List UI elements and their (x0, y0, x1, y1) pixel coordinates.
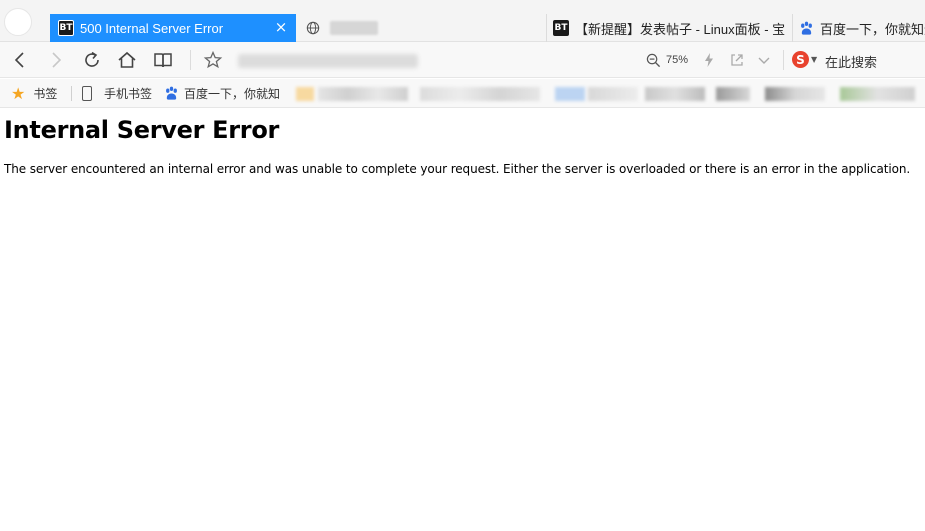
user-avatar[interactable] (4, 8, 32, 36)
bookmark-redacted[interactable] (716, 87, 750, 101)
bookmark-label: 手机书签 (104, 87, 153, 101)
baidu-paw-icon (801, 21, 812, 35)
phone-icon (82, 86, 92, 101)
tab-title: 500 Internal Server Error (80, 20, 224, 36)
share-button[interactable] (727, 50, 747, 70)
book-icon (154, 53, 172, 68)
close-icon[interactable]: × (274, 20, 288, 35)
bookmarks-bar: ★ 书签 手机书签 百度一下，你就知 (0, 79, 925, 108)
bookmark-star-button[interactable] (203, 50, 223, 70)
reading-mode-button[interactable] (153, 50, 173, 70)
search-input[interactable]: 在此搜索 (825, 52, 877, 71)
navigation-toolbar: 75% S ▼ 在此搜索 (0, 42, 925, 78)
reload-button[interactable] (82, 50, 102, 70)
zoom-indicator[interactable]: 75% (646, 51, 688, 69)
bookmark-redacted[interactable] (420, 87, 540, 101)
sogou-icon: S (792, 51, 809, 68)
bt-icon: BT (58, 20, 74, 36)
star-filled-icon: ★ (11, 84, 26, 103)
speed-mode-button[interactable] (699, 50, 719, 70)
caret-down-icon: ▼ (811, 55, 818, 64)
baidu-paw-icon (166, 86, 177, 100)
toolbar-divider (190, 50, 191, 70)
tab-bt-forum[interactable]: BT 【新提醒】发表帖子 - Linux面板 - 宝 (546, 14, 786, 42)
chevron-down-icon (758, 57, 770, 64)
globe-icon (306, 21, 320, 35)
bookmark-redacted[interactable] (645, 87, 705, 101)
page-title: Internal Server Error (4, 116, 280, 144)
bookmark-redacted[interactable] (296, 87, 314, 101)
toolbar-divider (783, 50, 784, 70)
bookmarks-folder[interactable]: ★ 书签 (11, 79, 57, 108)
bookmark-redacted[interactable] (588, 87, 638, 101)
tab-title: 【新提醒】发表帖子 - Linux面板 - 宝 (575, 21, 786, 37)
tab-active[interactable]: BT 500 Internal Server Error × (50, 14, 296, 42)
forward-arrow-icon (52, 52, 62, 68)
zoom-icon (646, 53, 661, 67)
tab-title: 百度一下，你就知道 (820, 21, 925, 37)
bookmark-redacted[interactable] (318, 87, 408, 101)
share-icon (731, 54, 743, 66)
home-button[interactable] (117, 50, 137, 70)
back-button[interactable] (10, 50, 30, 70)
error-message: The server encountered an internal error… (4, 162, 911, 176)
bookmark-baidu[interactable]: 百度一下，你就知 (164, 79, 280, 108)
home-icon (118, 51, 136, 68)
tab-baidu[interactable]: 百度一下，你就知道 (792, 14, 925, 42)
tab-blurred[interactable] (300, 14, 540, 42)
bookmark-redacted[interactable] (765, 87, 825, 101)
address-dropdown-button[interactable] (754, 50, 774, 70)
search-engine-selector[interactable]: S ▼ (792, 51, 817, 68)
forward-button[interactable] (46, 50, 66, 70)
bookmark-redacted[interactable] (840, 87, 915, 101)
mobile-bookmarks[interactable]: 手机书签 (82, 79, 152, 108)
bookmark-label: 书签 (33, 87, 58, 101)
address-bar-redacted[interactable] (238, 54, 418, 68)
bt-icon: BT (553, 20, 569, 36)
tab-strip: BT 500 Internal Server Error × BT 【新提醒】发… (0, 0, 925, 42)
reload-icon (85, 51, 99, 67)
tab-title-redacted (330, 21, 378, 35)
bookmark-redacted[interactable] (555, 87, 585, 101)
bookmark-label: 百度一下，你就知 (184, 87, 281, 101)
bookmarks-divider (71, 86, 72, 101)
lightning-icon (705, 53, 713, 67)
back-arrow-icon (14, 52, 24, 68)
zoom-level: 75% (666, 54, 689, 66)
star-outline-icon (203, 50, 223, 69)
page-content: Internal Server Error The server encount… (0, 108, 925, 531)
